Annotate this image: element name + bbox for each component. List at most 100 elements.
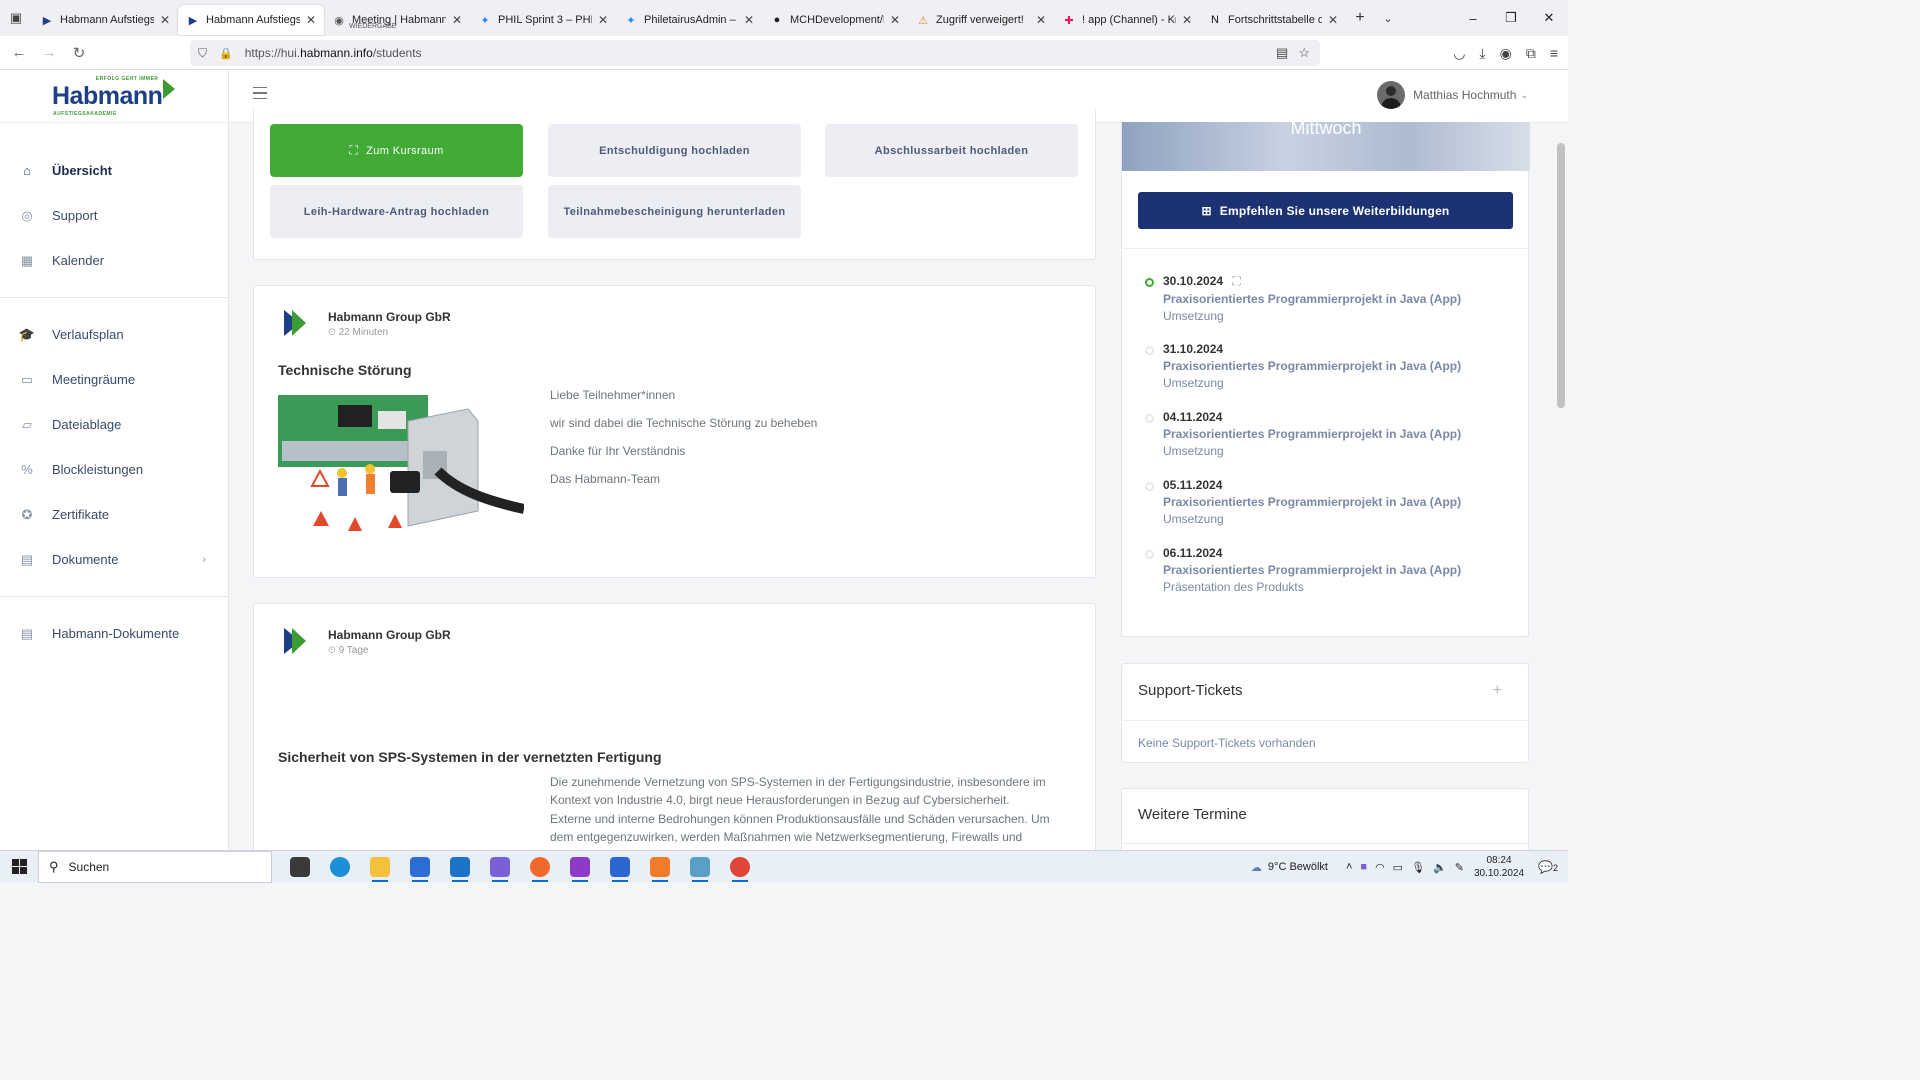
bookmark-star-icon[interactable]: ☆ <box>1298 45 1310 61</box>
copilot-icon[interactable] <box>480 851 520 883</box>
sidebar-item-zertifikate[interactable]: ✪ Zertifikate <box>0 492 228 537</box>
close-tab-icon[interactable]: ✕ <box>306 13 316 27</box>
schedule-item[interactable]: 31.10.2024 Praxisorientiertes Programmier… <box>1138 342 1518 410</box>
sidebar-item-support[interactable]: ◎ Support <box>0 193 228 238</box>
battery-icon[interactable]: ▭ <box>1393 861 1403 874</box>
microphone-icon[interactable]: 🎙 <box>1411 861 1425 874</box>
teilnahme-download-button[interactable]: Teilnahmebescheinigung herunterladen <box>548 185 801 238</box>
network-icon[interactable]: ◠ <box>1375 861 1385 874</box>
mail-icon[interactable] <box>440 851 480 883</box>
chrome-icon[interactable] <box>720 851 760 883</box>
weather-text[interactable]: 9°C Bewölkt <box>1268 861 1328 873</box>
close-tab-icon[interactable]: ✕ <box>1182 13 1192 27</box>
forward-icon[interactable]: → <box>34 44 64 61</box>
word-icon[interactable] <box>600 851 640 883</box>
tab-title: Zugriff verweigert! <box>936 14 1024 26</box>
back-icon[interactable]: ← <box>4 44 34 61</box>
schedule-item[interactable]: 05.11.2024 Praxisorientiertes Programmier… <box>1138 478 1518 546</box>
browser-tab[interactable]: N Fortschrittstabelle der ✕ <box>1200 5 1346 35</box>
sidebar-item-dokumente[interactable]: ▤ Dokumente › <box>0 537 228 582</box>
store-icon[interactable] <box>400 851 440 883</box>
clock[interactable]: 08:24 30.10.2024 <box>1474 854 1524 880</box>
tab-list-icon[interactable]: ▣ <box>0 0 32 36</box>
classroom-icon[interactable]: ⛶ <box>1232 274 1240 288</box>
browser-tab[interactable]: ✚ ! app (Channel) - Know ✕ <box>1054 5 1200 35</box>
sidebar-item-blockleistungen[interactable]: % Blockleistungen <box>0 447 228 492</box>
start-button[interactable] <box>0 851 38 883</box>
pen-icon[interactable]: ✎ <box>1455 861 1464 874</box>
close-tab-icon[interactable]: ✕ <box>160 13 170 27</box>
sidebar: Habmann ERFOLG GEHT IMMER AUFSTIEGSAKADE… <box>0 70 229 850</box>
tray-chevron-icon[interactable]: ˄ <box>1346 861 1352 873</box>
browser-tab[interactable]: ⚠ Zugriff verweigert! ✕ <box>908 5 1054 35</box>
recommend-button[interactable]: ⊞ Empfehlen Sie unsere Weiterbildungen <box>1138 192 1513 229</box>
tray-app-icon[interactable]: ■ <box>1360 861 1367 873</box>
notification-icon[interactable]: 💬2 <box>1538 860 1558 874</box>
shield-icon[interactable]: ⛉ <box>198 46 207 61</box>
page-scrollbar[interactable] <box>1554 123 1568 850</box>
pocket-icon[interactable]: ◡ <box>1453 45 1465 62</box>
close-tab-icon[interactable]: ✕ <box>744 13 754 27</box>
browser-tab[interactable]: ✦ PhiletairusAdmin – Bac ✕ <box>616 5 762 35</box>
quick-actions-card: ⛶ Zum Kursraum Entschuldigung hochladen … <box>253 108 1096 260</box>
sidebar-item-label: Kalender <box>52 253 105 268</box>
sidebar-item-verlaufsplan[interactable]: 🎓 Verlaufsplan <box>0 312 228 357</box>
url-path: /students <box>372 46 422 60</box>
avatar <box>1377 81 1406 109</box>
edge-icon[interactable] <box>320 851 360 883</box>
reload-icon[interactable]: ↻ <box>64 44 94 62</box>
close-window-icon[interactable]: ✕ <box>1530 0 1568 36</box>
close-tab-icon[interactable]: ✕ <box>890 13 900 27</box>
browser-tab[interactable]: ▶ Habmann AufstiegsAk ✕ <box>178 5 324 35</box>
termine-title: Weitere Termine <box>1138 806 1247 823</box>
sidebar-item-übersicht[interactable]: ⌂ Übersicht <box>0 148 228 193</box>
user-menu[interactable]: Matthias Hochmuth ⌄ <box>1377 81 1528 109</box>
sidebar-item-meetingräume[interactable]: ▭ Meetingräume <box>0 357 228 402</box>
abschlussarbeit-upload-button[interactable]: Abschlussarbeit hochladen <box>825 124 1078 177</box>
entschuldigung-upload-button[interactable]: Entschuldigung hochladen <box>548 124 801 177</box>
network-card-illustration <box>278 391 524 551</box>
reader-view-icon[interactable]: ▤ <box>1276 45 1288 61</box>
browser-tab[interactable]: ▶ Habmann AufstiegsAk ✕ <box>32 5 178 35</box>
close-tab-icon[interactable]: ✕ <box>452 13 462 27</box>
abschlussarbeit-label: Abschlussarbeit hochladen <box>874 144 1029 157</box>
minimize-icon[interactable]: – <box>1454 0 1492 36</box>
scrollbar-thumb[interactable] <box>1557 143 1565 408</box>
vs-preview-icon[interactable] <box>560 851 600 883</box>
task-view-icon[interactable] <box>280 851 320 883</box>
sidebar-item-dateiablage[interactable]: ▱ Dateiablage <box>0 402 228 447</box>
taskbar-search[interactable]: ⚲ Suchen <box>38 850 272 883</box>
file-explorer-icon[interactable] <box>360 851 400 883</box>
app-menu-icon[interactable]: ≡ <box>1550 45 1558 61</box>
schedule-item[interactable]: 06.11.2024 Praxisorientiertes Programmier… <box>1138 546 1518 614</box>
downloads-icon[interactable]: ⤓ <box>1479 45 1485 62</box>
new-tab-button[interactable]: + <box>1346 9 1374 27</box>
volume-icon[interactable]: 🔈 <box>1433 861 1447 874</box>
search-label: Suchen <box>68 859 110 874</box>
schedule-item[interactable]: 30.10.2024 ⛶ Praxisorientiertes Programmi… <box>1138 274 1518 342</box>
leih-hardware-upload-button[interactable]: Leih-Hardware-Antrag hochladen <box>270 185 523 238</box>
browser-tab[interactable]: ● MCHDevelopment/Phi ✕ <box>762 5 908 35</box>
tab-overflow-icon[interactable]: ⌄ <box>1374 12 1402 25</box>
kursraum-button[interactable]: ⛶ Zum Kursraum <box>270 124 523 177</box>
xampp-icon[interactable] <box>640 851 680 883</box>
sidebar-item-kalender[interactable]: ▦ Kalender <box>0 238 228 283</box>
close-tab-icon[interactable]: ✕ <box>598 13 608 27</box>
hamburger-menu-icon[interactable] <box>253 87 267 99</box>
schedule-item[interactable]: 04.11.2024 Praxisorientiertes Programmier… <box>1138 410 1518 478</box>
weather-icon[interactable]: ☁ <box>1251 861 1262 874</box>
sidebar-item-habmann-dokumente[interactable]: ▤ Habmann-Dokumente <box>0 611 228 656</box>
close-tab-icon[interactable]: ✕ <box>1328 13 1338 27</box>
browser-tab[interactable]: ✦ PHIL Sprint 3 – PHIL Bo ✕ <box>470 5 616 35</box>
schedule-course: Praxisorientiertes Programmierprojekt in… <box>1163 292 1462 306</box>
notepad-icon[interactable] <box>680 851 720 883</box>
url-bar[interactable]: ⛉ 🔒 https://hui.habmann.info/students ▤ … <box>190 40 1320 66</box>
restore-icon[interactable]: ❐ <box>1492 0 1530 36</box>
habmann-logo[interactable]: Habmann ERFOLG GEHT IMMER AUFSTIEGSAKADE… <box>0 70 228 123</box>
browser-tab[interactable]: ◉ Meeting | Habmann - WIEDERGABE ✕ <box>324 5 470 35</box>
add-ticket-icon[interactable]: + <box>1493 682 1502 700</box>
firefox-icon[interactable] <box>520 851 560 883</box>
close-tab-icon[interactable]: ✕ <box>1036 13 1046 27</box>
account-icon[interactable]: ◉ <box>1500 45 1512 62</box>
extensions-icon[interactable]: ⧉ <box>1526 45 1536 62</box>
